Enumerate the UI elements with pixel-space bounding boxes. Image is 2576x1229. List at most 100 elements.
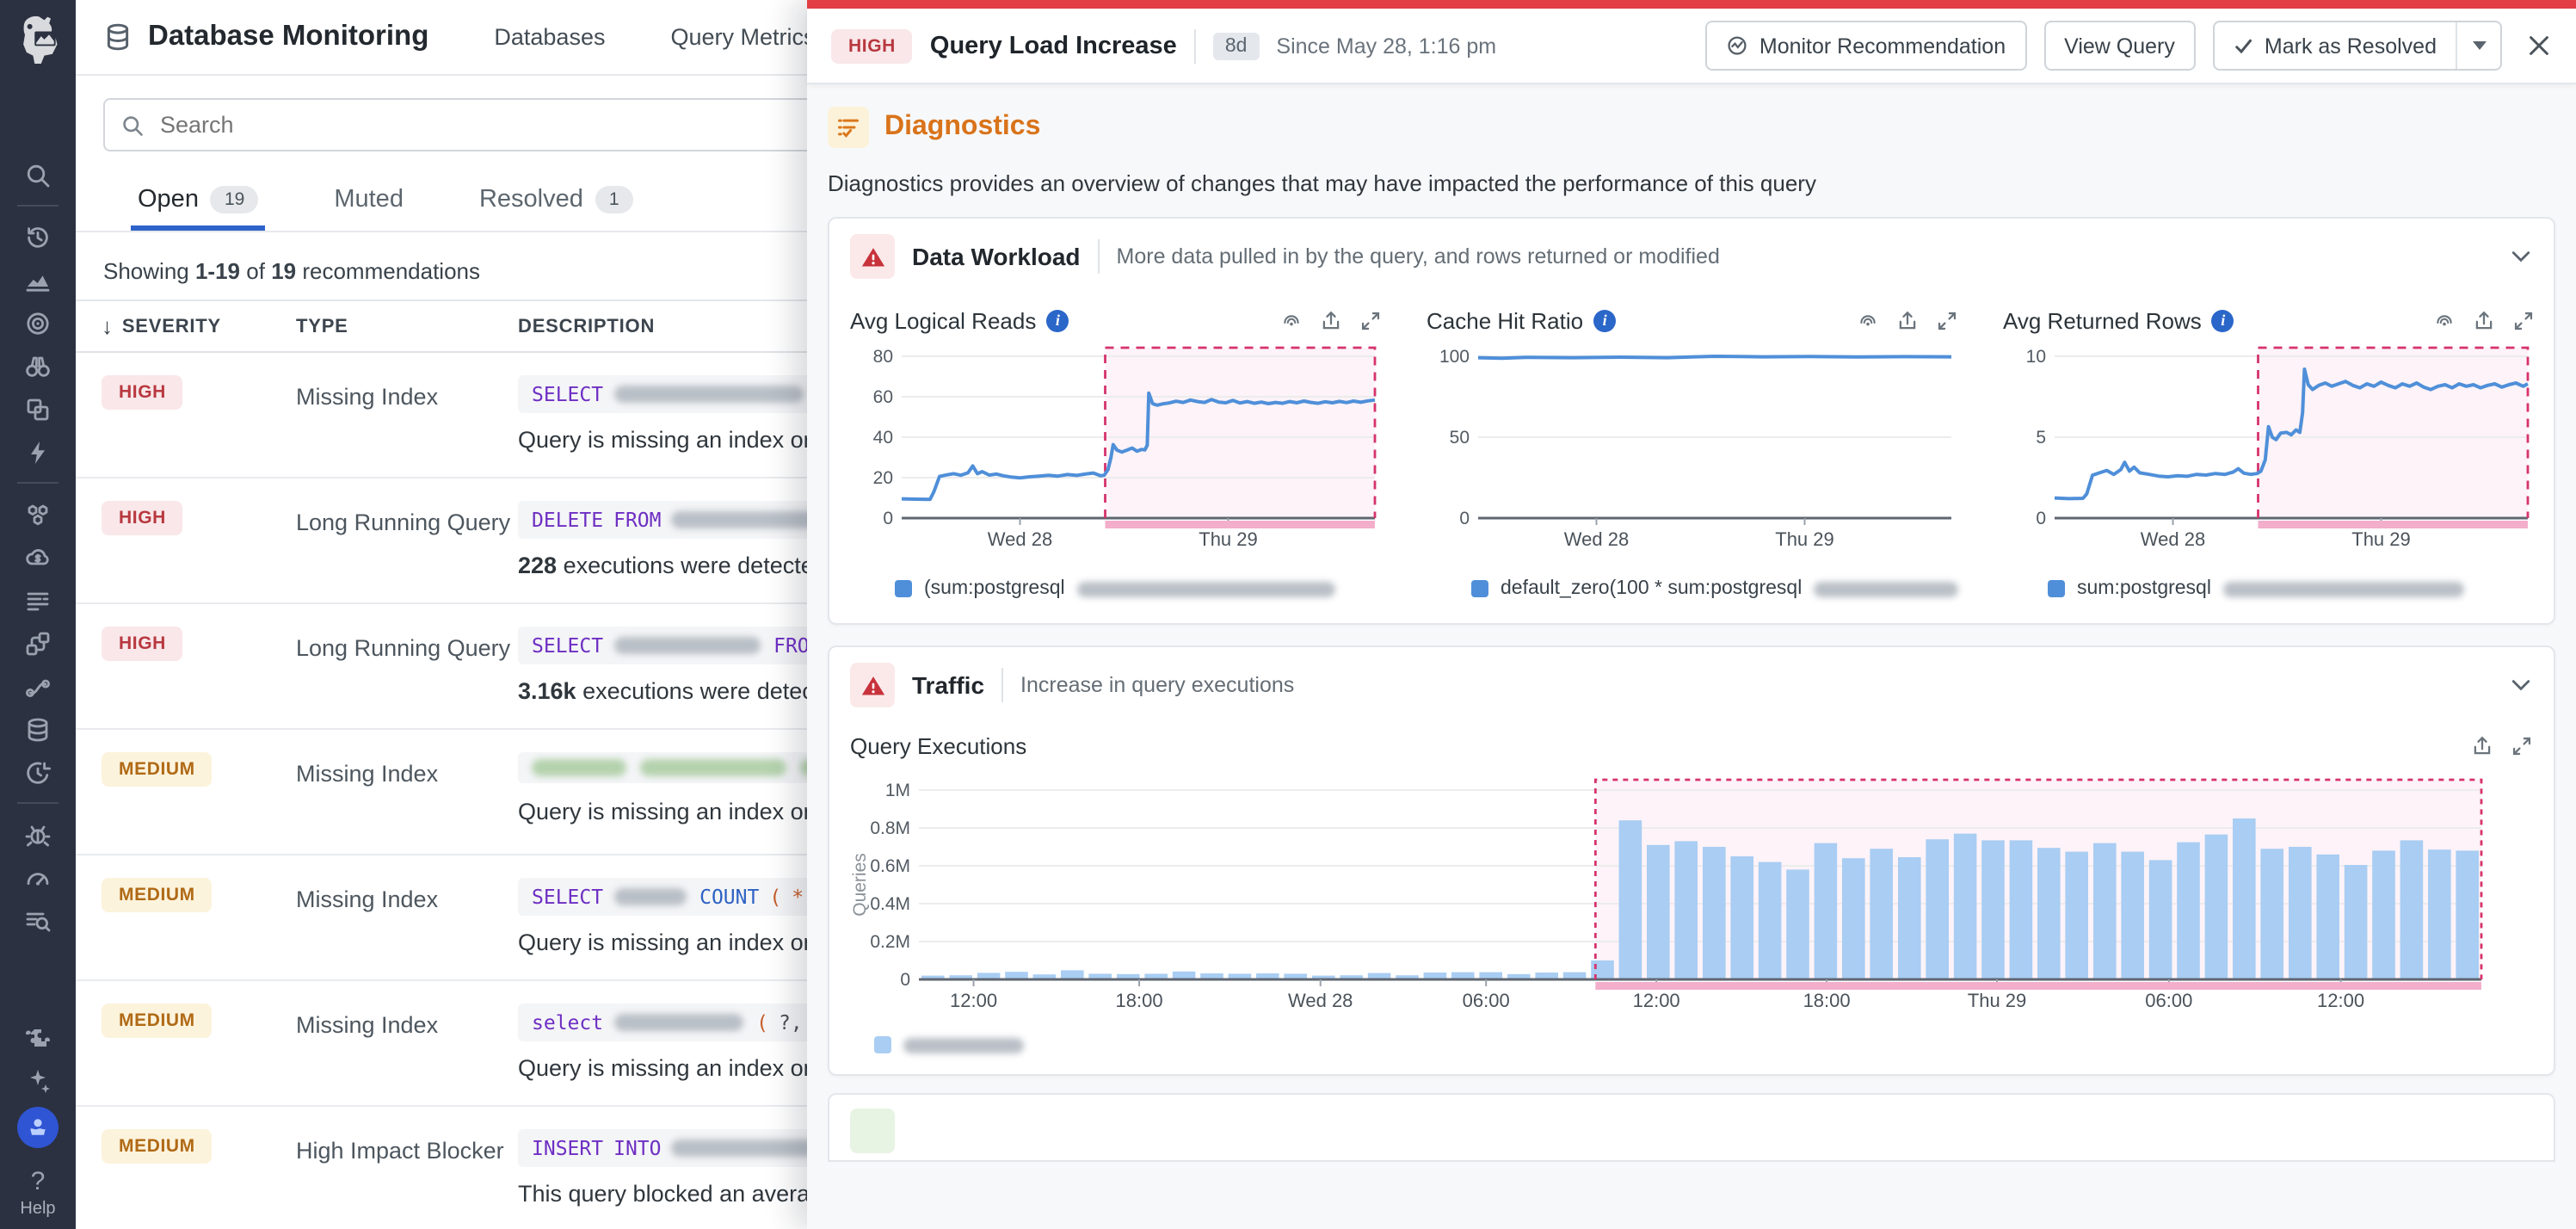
severity-badge: HIGH bbox=[102, 375, 183, 410]
table-row[interactable]: MEDIUMHigh Impact BlockerINSERTINTOThis … bbox=[76, 1107, 807, 1229]
sidebar-performance-gauge-icon[interactable] bbox=[14, 855, 62, 899]
svg-text:0.6M: 0.6M bbox=[870, 856, 910, 876]
sidebar-service-map-icon[interactable] bbox=[14, 664, 62, 707]
help-button[interactable]: ? Help bbox=[20, 1167, 55, 1219]
expand-icon[interactable] bbox=[1936, 309, 1958, 331]
database-monitoring-icon bbox=[103, 22, 132, 52]
svg-text:Wed 28: Wed 28 bbox=[2141, 528, 2205, 550]
column-severity[interactable]: SEVERITY bbox=[122, 316, 221, 337]
recommendation-type: Missing Index bbox=[296, 752, 518, 854]
view-query-button[interactable]: View Query bbox=[2043, 21, 2196, 71]
query-executions-title: Query Executions bbox=[850, 733, 1026, 759]
export-icon[interactable] bbox=[2471, 735, 2493, 757]
expand-icon[interactable] bbox=[1359, 309, 1382, 331]
svg-text:Wed 28: Wed 28 bbox=[988, 528, 1052, 550]
sidebar-security-bug-icon[interactable] bbox=[14, 812, 62, 855]
sort-descending-icon[interactable]: ↓ bbox=[102, 313, 114, 339]
avg-returned-rows-chart[interactable]: 0510Wed 28Thu 29 bbox=[2003, 343, 2535, 563]
legend-label: default_zero(100 * sum:postgresql bbox=[1501, 578, 1802, 599]
recommendation-title: Query Load Increase bbox=[930, 32, 1177, 59]
warning-icon bbox=[850, 663, 895, 707]
recommendation-type: Long Running Query bbox=[296, 501, 518, 602]
sidebar-watchdog-icon[interactable] bbox=[14, 301, 62, 344]
tab-resolved[interactable]: Resolved1 bbox=[479, 186, 633, 231]
svg-text:0: 0 bbox=[900, 970, 910, 990]
info-icon[interactable]: i bbox=[1046, 309, 1069, 331]
datadog-logo[interactable] bbox=[10, 9, 65, 67]
tab-muted[interactable]: Muted bbox=[334, 186, 404, 231]
nav-databases[interactable]: Databases bbox=[494, 24, 605, 50]
resolve-options-dropdown[interactable] bbox=[2456, 22, 2500, 69]
sidebar-ci-icon[interactable] bbox=[14, 750, 62, 794]
bits-ai-icon[interactable] bbox=[17, 1107, 59, 1148]
table-row[interactable]: MEDIUMMissing Indexselect(?,houQuery is … bbox=[76, 981, 807, 1107]
ok-icon bbox=[850, 1109, 895, 1153]
table-row[interactable]: HIGHMissing IndexSELECTQuery is missing … bbox=[76, 353, 807, 479]
svg-text:50: 50 bbox=[1450, 428, 1470, 448]
sidebar-sparkles-icon[interactable] bbox=[14, 1059, 62, 1102]
sidebar-integrations-puzzle-icon[interactable] bbox=[14, 1016, 62, 1059]
expand-icon[interactable] bbox=[2511, 735, 2533, 757]
avg-logical-reads-chart[interactable]: 020406080Wed 28Thu 29 bbox=[850, 343, 1382, 563]
recommendation-description: 228 executions were detected wit bbox=[518, 553, 807, 578]
sidebar-database-icon[interactable] bbox=[14, 707, 62, 750]
page-title: Database Monitoring bbox=[148, 21, 428, 53]
snapshot-icon[interactable] bbox=[2433, 309, 2456, 331]
export-icon[interactable] bbox=[1320, 309, 1342, 331]
sidebar-binoculars-icon[interactable] bbox=[14, 344, 62, 387]
sidebar-history-icon[interactable] bbox=[14, 215, 62, 258]
sidebar-logs-icon[interactable] bbox=[14, 578, 62, 621]
collapse-card-button[interactable] bbox=[2509, 673, 2533, 697]
column-type[interactable]: TYPE bbox=[296, 316, 518, 337]
svg-text:0: 0 bbox=[2036, 509, 2046, 528]
sidebar-log-search-icon[interactable] bbox=[14, 899, 62, 942]
mark-as-resolved-button[interactable]: Mark as Resolved bbox=[2215, 22, 2456, 69]
snapshot-icon[interactable] bbox=[1280, 309, 1303, 331]
sidebar-metrics-icon[interactable] bbox=[14, 258, 62, 301]
card-title: Traffic bbox=[912, 671, 984, 699]
severity-badge: HIGH bbox=[831, 28, 913, 63]
help-icon: ? bbox=[31, 1167, 46, 1196]
sidebar-cloud-cost-icon[interactable] bbox=[14, 535, 62, 578]
table-row[interactable]: HIGHLong Running QuerySELECTFROM(S3.16k … bbox=[76, 604, 807, 730]
redacted-text bbox=[640, 759, 786, 776]
sidebar-dashboards-icon[interactable] bbox=[14, 387, 62, 430]
svg-text:Thu 29: Thu 29 bbox=[1968, 990, 2027, 1011]
nav-query-metrics[interactable]: Query Metrics bbox=[670, 24, 807, 50]
collapse-card-button[interactable] bbox=[2509, 244, 2533, 269]
search-input[interactable] bbox=[157, 110, 673, 139]
mark-as-resolved-split-button: Mark as Resolved bbox=[2213, 21, 2502, 71]
redacted-text bbox=[672, 511, 808, 528]
info-icon[interactable]: i bbox=[1593, 309, 1616, 331]
detail-panel-body: Diagnostics Diagnostics provides an over… bbox=[807, 84, 2576, 1229]
redacted-text bbox=[1814, 581, 1958, 596]
app-header: Database Monitoring Databases Query Metr… bbox=[76, 0, 807, 76]
info-icon[interactable]: i bbox=[2212, 309, 2234, 331]
redacted-text bbox=[613, 888, 686, 905]
svg-text:12:00: 12:00 bbox=[2317, 990, 2364, 1011]
tab-open[interactable]: Open19 bbox=[138, 186, 258, 231]
sidebar-search-icon[interactable] bbox=[14, 153, 62, 196]
cache-hit-ratio-chart[interactable]: 050100Wed 28Thu 29 bbox=[1427, 343, 1958, 563]
sidebar-apm-icon[interactable] bbox=[14, 621, 62, 664]
column-description[interactable]: DESCRIPTION bbox=[518, 316, 655, 337]
expand-icon[interactable] bbox=[2512, 309, 2535, 331]
diagnostics-icon bbox=[828, 107, 869, 148]
export-icon[interactable] bbox=[2473, 309, 2495, 331]
svg-text:06:00: 06:00 bbox=[1463, 990, 1510, 1011]
query-snippet: SELECT bbox=[518, 375, 807, 413]
table-row[interactable]: MEDIUMMissing IndexSELECTCOUNT(*)Query i… bbox=[76, 855, 807, 981]
sidebar-events-icon[interactable] bbox=[14, 430, 62, 473]
sidebar-infrastructure-icon[interactable] bbox=[14, 492, 62, 535]
snapshot-icon[interactable] bbox=[1857, 309, 1879, 331]
close-panel-button[interactable] bbox=[2526, 33, 2552, 59]
table-row[interactable]: HIGHLong Running QueryDELETEFROM228 exec… bbox=[76, 479, 807, 604]
global-sidebar: ? Help bbox=[0, 0, 76, 1229]
table-row[interactable]: MEDIUMMissing IndexQuery is missing an i… bbox=[76, 730, 807, 855]
check-icon bbox=[2234, 35, 2254, 56]
redacted-text bbox=[903, 1037, 1024, 1053]
export-icon[interactable] bbox=[1896, 309, 1919, 331]
severity-badge: HIGH bbox=[102, 627, 183, 661]
query-executions-chart[interactable]: 00.2M0.4M0.6M0.8M1MQueries12:0018:00Wed … bbox=[850, 766, 2536, 1021]
monitor-recommendation-button[interactable]: Monitor Recommendation bbox=[1706, 21, 2026, 71]
